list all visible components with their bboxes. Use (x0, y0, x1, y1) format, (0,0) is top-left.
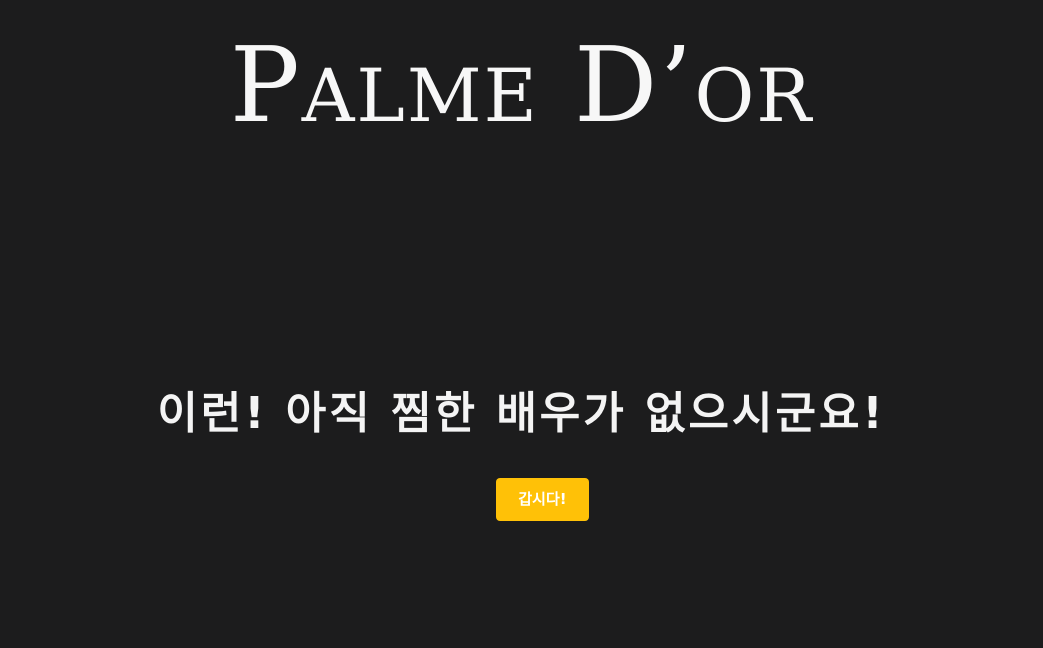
empty-favorites-message: 이런! 아직 찜한 배우가 없으시군요! (157, 388, 886, 439)
page: Palme D’or 이런! 아직 찜한 배우가 없으시군요! 갑시다! (0, 0, 1043, 648)
site-logo[interactable]: Palme D’or (0, 30, 1043, 140)
go-button[interactable]: 갑시다! (496, 478, 589, 521)
